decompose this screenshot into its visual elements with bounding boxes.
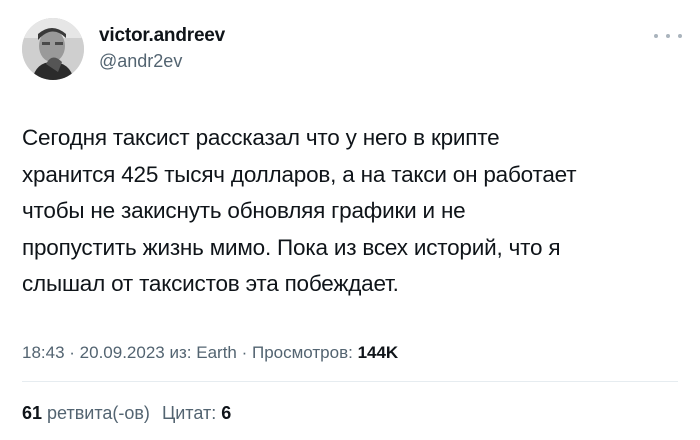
tweet-meta: 18:43 · 20.09.2023 из: Earth · Просмотро… <box>22 343 398 363</box>
retweets-label: ретвита(-ов) <box>42 403 150 423</box>
user-handle[interactable]: @andr2ev <box>99 50 225 72</box>
retweets-stat[interactable]: 61 ретвита(-ов) <box>22 403 150 423</box>
tweet-source: Earth <box>196 343 237 362</box>
tweet-text: Сегодня таксист рассказал что у него в к… <box>22 120 682 303</box>
quotes-label: Цитат: <box>161 403 222 423</box>
tweet-header: victor.andreev @andr2ev <box>22 18 682 82</box>
user-names: victor.andreev @andr2ev <box>99 25 225 72</box>
tweet-text-line: хранится 425 тысяч долларов, а на такси … <box>22 161 577 187</box>
more-dot <box>666 34 670 38</box>
quotes-stat[interactable]: Цитат: 6 <box>162 403 231 423</box>
views-count: 144K <box>357 343 399 362</box>
views-label: Просмотров: <box>251 343 358 362</box>
tweet-time[interactable]: 18:43 <box>22 343 65 362</box>
avatar[interactable] <box>22 18 84 80</box>
meta-separator: · <box>64 343 80 362</box>
meta-separator: · <box>236 343 252 362</box>
tweet-text-line: Сегодня таксист рассказал что у него в к… <box>22 125 500 150</box>
quotes-count: 6 <box>221 403 232 423</box>
tweet-text-line: слышал от таксистов эта побеждает. <box>22 271 399 296</box>
display-name[interactable]: victor.andreev <box>99 25 225 47</box>
tweet-text-line: чтобы не закиснуть обновляя графики и не <box>22 198 466 223</box>
more-dot <box>654 34 658 38</box>
tweet-stats: 61 ретвита(-ов) Цитат: 6 <box>22 403 231 424</box>
tweet-date[interactable]: 20.09.2023 <box>80 343 165 362</box>
tweet-text-line: пропустить жизнь мимо. Пока из всех исто… <box>22 234 561 260</box>
tweet: victor.andreev @andr2ev Сегодня таксист … <box>0 0 700 440</box>
more-dot <box>678 34 682 38</box>
more-icon[interactable] <box>654 30 682 42</box>
retweets-count: 61 <box>22 403 43 423</box>
source-prefix: из: <box>169 343 197 362</box>
divider <box>22 381 678 382</box>
